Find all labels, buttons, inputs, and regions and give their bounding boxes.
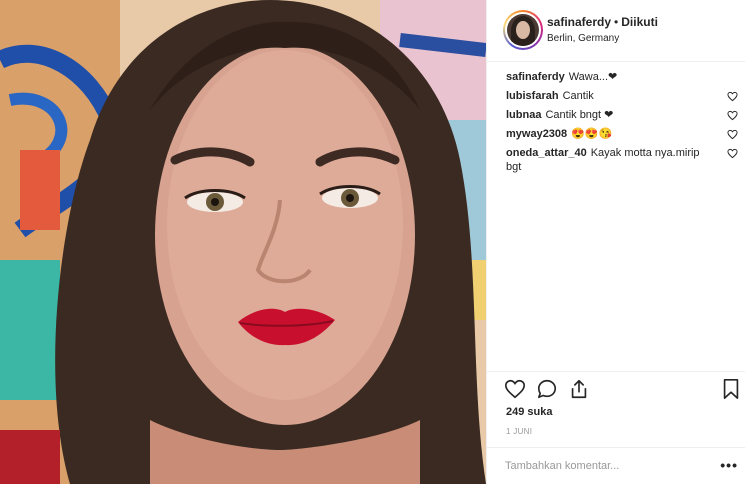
comment-item: lubisfarah Cantik (487, 89, 745, 103)
comment-text: Cantik bngt ❤ (545, 109, 614, 121)
comment-username[interactable]: oneda_attar_40 (506, 147, 587, 159)
more-options-icon[interactable]: ••• (720, 457, 738, 473)
comment-username[interactable]: lubnaa (506, 109, 541, 121)
comment-username[interactable]: lubisfarah (506, 90, 559, 102)
comment-item: myway2308 😍😍😘 (487, 127, 745, 141)
comment-username[interactable]: myway2308 (506, 128, 567, 140)
post-details-panel: safinaferdy • Diikuti Berlin, Germany safi… (486, 0, 745, 484)
comment-text: 😍😍😘 (571, 128, 613, 140)
bookmark-icon[interactable] (720, 378, 742, 400)
comment-username[interactable]: safinaferdy (506, 71, 565, 83)
comment-like-heart-icon[interactable] (727, 91, 738, 102)
post-photo[interactable] (0, 0, 486, 484)
post-header: safinaferdy • Diikuti Berlin, Germany (487, 0, 745, 62)
share-icon[interactable] (568, 378, 590, 400)
comment-text: Wawa...❤ (568, 71, 618, 83)
heart-icon[interactable] (504, 378, 526, 400)
follow-status-button[interactable]: Diikuti (621, 15, 658, 29)
comment-bubble-icon[interactable] (536, 378, 558, 400)
username-link[interactable]: safinaferdy (547, 15, 611, 29)
comment-item: safinaferdy Wawa...❤ (487, 70, 745, 84)
avatar[interactable] (503, 10, 543, 50)
add-comment-bar: ••• (487, 447, 745, 484)
add-comment-input[interactable] (505, 458, 705, 474)
header-title-line: safinaferdy • Diikuti (547, 15, 658, 29)
comment-like-heart-icon[interactable] (727, 110, 738, 121)
comment-text: Cantik (562, 90, 594, 102)
post-actions-bar (487, 372, 745, 406)
comment-item: lubnaa Cantik bngt ❤ (487, 108, 745, 122)
comment-like-heart-icon[interactable] (727, 148, 738, 159)
separator-dot: • (614, 15, 619, 29)
location-link[interactable]: Berlin, Germany (547, 33, 619, 44)
avatar-image (507, 14, 539, 46)
like-count[interactable]: 249 suka (506, 406, 552, 418)
comments-list: safinaferdy Wawa...❤ lubisfarah Cantik lub… (487, 70, 745, 179)
post-date: 1 JUNI (506, 427, 533, 436)
comment-like-heart-icon[interactable] (727, 129, 738, 140)
comment-item: oneda_attar_40 Kayak motta nya.mirip bgt (487, 146, 745, 174)
